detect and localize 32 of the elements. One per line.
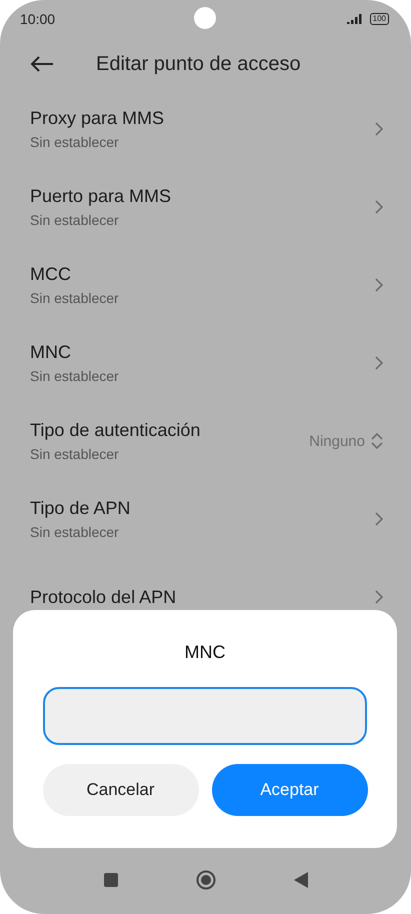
- setting-title[interactable]: Tipo de autenticación: [30, 420, 310, 441]
- confirm-button[interactable]: Aceptar: [212, 764, 368, 816]
- setting-title[interactable]: MNC: [30, 342, 375, 363]
- chevron-right-icon: [375, 356, 383, 370]
- setting-value: Sin establecer: [30, 446, 120, 462]
- home-icon[interactable]: [196, 870, 216, 890]
- up-down-chevron-icon: [371, 432, 383, 450]
- back-icon[interactable]: [294, 872, 308, 888]
- setting-value: Sin establecer: [30, 212, 120, 228]
- battery-level: 100: [370, 13, 389, 25]
- cancel-button[interactable]: Cancelar: [42, 764, 198, 816]
- status-time: 10:00: [20, 11, 56, 27]
- setting-value: Sin establecer: [30, 368, 120, 384]
- chevron-right-icon: [375, 278, 383, 292]
- back-arrow-icon[interactable]: [30, 56, 54, 72]
- chevron-right-icon: [375, 200, 383, 214]
- setting-title[interactable]: Tipo de APN: [30, 498, 375, 519]
- dialog-title: MNC: [184, 642, 226, 663]
- page-title: Editar punto de acceso: [96, 52, 301, 76]
- setting-value: Sin establecer: [30, 524, 120, 540]
- chevron-right-icon: [375, 122, 383, 136]
- input-field[interactable]: [43, 687, 367, 745]
- setting-title[interactable]: Protocolo del APN: [30, 586, 375, 608]
- setting-value: Sin establecer: [30, 134, 120, 150]
- setting-title[interactable]: Puerto para MMS: [30, 186, 375, 207]
- recents-icon[interactable]: [104, 873, 118, 887]
- setting-value: Sin establecer: [30, 290, 120, 306]
- setting-title[interactable]: MCC: [30, 264, 375, 285]
- chevron-right-icon: [375, 512, 383, 526]
- setting-title[interactable]: Proxy para MMS: [30, 108, 375, 129]
- camera-cutout: [194, 7, 216, 29]
- chevron-right-icon: [375, 590, 383, 604]
